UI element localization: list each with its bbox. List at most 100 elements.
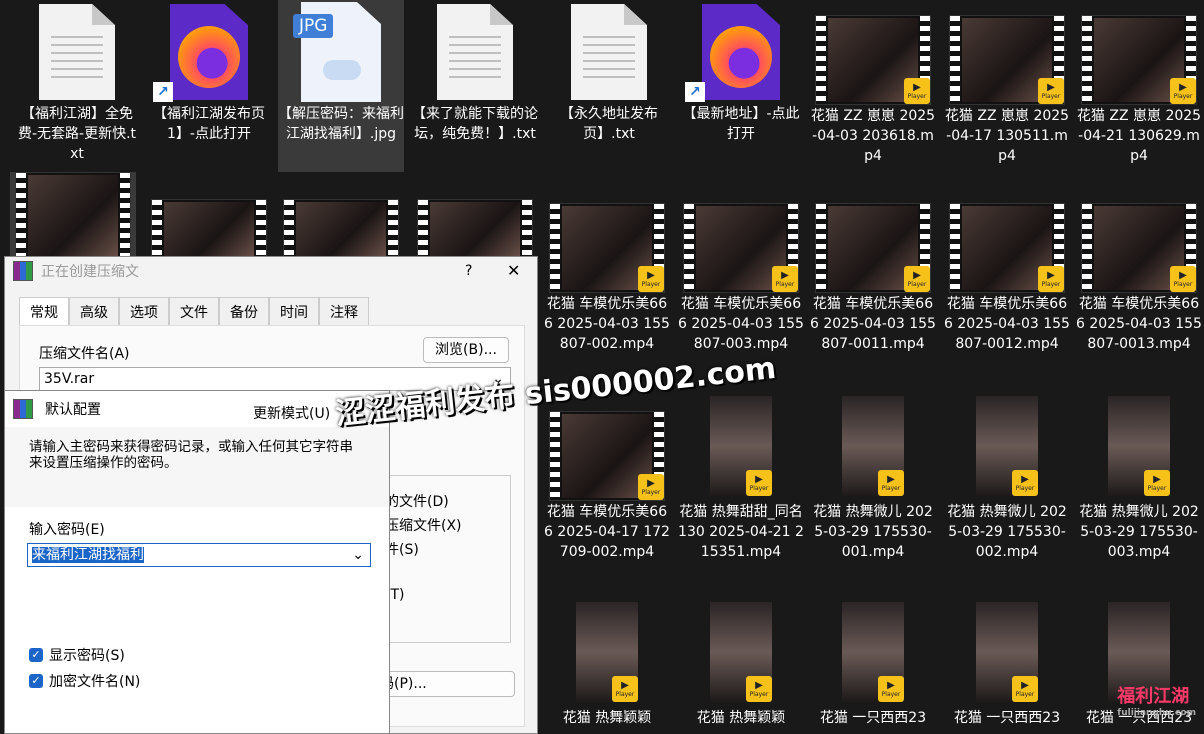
file-label: 【福利江湖】全免费-无套路-更新快.txt (17, 106, 137, 162)
file-item[interactable]: 【来了就能下载的论坛，纯免费！】.txt (412, 0, 538, 144)
jpg-tag: JPG (293, 14, 334, 38)
password-prompt: 请输入主密码来获得密码记录，或输入任何其它字符串来设置压缩操作的密码。 (29, 439, 353, 471)
video-thumbnail: ▶ Player (683, 390, 799, 502)
video-thumbnail: ▶ Player (549, 596, 665, 708)
video-thumbnail (15, 172, 131, 262)
file-label: 花猫 ZZ 崽崽 2025-04-03 203618.mp4 (810, 108, 936, 164)
help-button[interactable]: ? (465, 263, 472, 279)
option-label[interactable]: 件(S) (385, 539, 419, 559)
video-thumbnail: ▶ Player (683, 202, 799, 294)
file-label: 花猫 热舞微儿 2025-03-29 175530-003.mp4 (1079, 504, 1199, 560)
tab-comment[interactable]: 注释 (319, 297, 369, 326)
profile-title: 默认配置 (45, 402, 101, 418)
player-badge-icon: ▶ Player (638, 266, 664, 292)
video-thumbnail: ▶ Player (549, 410, 665, 502)
file-item[interactable]: ▶ Player 花猫 车模优乐美666 2025-04-03 155807-00… (810, 202, 936, 354)
file-item[interactable]: ↗ 【福利江湖发布页1】-点此打开 (146, 0, 272, 144)
video-thumbnail (151, 199, 267, 261)
player-badge-icon: ▶ Player (612, 676, 638, 702)
video-thumbnail: ▶ Player (683, 596, 799, 708)
video-thumbnail (283, 199, 399, 261)
file-label: 【福利江湖发布页1】-点此打开 (153, 106, 265, 142)
file-item[interactable] (146, 199, 272, 261)
file-item[interactable]: ▶ Player 花猫 车模优乐美666 2025-04-03 155807-00… (944, 202, 1070, 354)
checkmark-icon: ✓ (29, 674, 43, 688)
file-item[interactable]: ▶ Player 花猫 车模优乐美666 2025-04-03 155807-00… (544, 202, 670, 354)
password-dialog-titlebar: 默认配置 更新模式(U) (5, 391, 389, 427)
player-badge-icon: ▶ Player (746, 676, 772, 702)
file-item[interactable] (278, 199, 404, 261)
file-label: 花猫 车模优乐美666 2025-04-03 155807-003.mp4 (678, 296, 804, 352)
video-thumbnail: ▶ Player (815, 390, 931, 502)
file-label: 花猫 一只西西23 (953, 710, 1061, 726)
tab-time[interactable]: 时间 (269, 297, 319, 326)
file-item[interactable]: ▶ Player 花猫 一只西西23 (944, 596, 1070, 728)
player-badge-icon: ▶ Player (638, 474, 664, 500)
tab-files[interactable]: 文件 (169, 297, 219, 326)
update-mode-label[interactable]: 更新模式(U) (253, 403, 330, 423)
file-item[interactable]: ▶ Player 花猫 热舞微儿 2025-03-29 175530-003.mp… (1076, 390, 1202, 562)
file-label: 花猫 车模优乐美666 2025-04-17 172709-002.mp4 (544, 504, 670, 560)
option-label[interactable]: 压缩文件(X) (385, 515, 462, 535)
file-item[interactable]: ▶ Player 花猫 热舞微儿 2025-03-29 175530-001.mp… (810, 390, 936, 562)
video-thumbnail: ▶ Player (1081, 390, 1197, 502)
password-input[interactable]: 来福利江湖找福利 ⌄ (27, 543, 371, 567)
chevron-down-icon[interactable]: ⌄ (352, 544, 364, 566)
file-item[interactable]: 【永久地址发布页】.txt (546, 0, 672, 144)
text-file-icon (551, 0, 667, 104)
video-thumbnail: ▶ Player (1081, 14, 1197, 106)
player-badge-icon: ▶ Player (746, 470, 772, 496)
file-item[interactable]: ▶ Player 花猫 车模优乐美666 2025-04-03 155807-00… (678, 202, 804, 354)
password-panel (5, 507, 389, 733)
tab-options[interactable]: 选项 (119, 297, 169, 326)
video-thumbnail: ▶ Player (549, 202, 665, 294)
file-item[interactable]: ▶ Player 花猫 热舞微儿 2025-03-29 175530-002.mp… (944, 390, 1070, 562)
password-dialog: 默认配置 更新模式(U) 请输入主密码来获得密码记录，或输入任何其它字符串来设置… (4, 390, 390, 734)
browse-button[interactable]: 浏览(B)... (423, 337, 509, 363)
tab-backup[interactable]: 备份 (219, 297, 269, 326)
option-label[interactable]: 的文件(D) (385, 491, 449, 511)
tab-general[interactable]: 常规 (19, 297, 69, 326)
tab-advanced[interactable]: 高级 (69, 297, 119, 326)
winrar-icon (13, 399, 33, 419)
file-item[interactable]: ↗ 【最新地址】-点此打开 (678, 0, 804, 144)
set-password-button[interactable]: 码(P)... (375, 671, 515, 697)
player-badge-icon: ▶ Player (878, 676, 904, 702)
image-file-icon: JPG (283, 0, 399, 104)
file-label: 花猫 车模优乐美666 2025-04-03 155807-0013.mp4 (1076, 296, 1202, 352)
archive-tabs: 常规 高级 选项 文件 备份 时间 注释 (19, 297, 369, 326)
file-item-selected[interactable]: JPG 【解压密码：来福利江湖找福利】.jpg (278, 0, 404, 172)
file-label: 【最新地址】-点此打开 (682, 106, 800, 142)
file-item[interactable]: ▶ Player 花猫 车模优乐美666 2025-04-17 172709-00… (544, 410, 670, 562)
checkmark-icon: ✓ (29, 648, 43, 662)
file-item[interactable]: ▶ Player 花猫 热舞甜甜_同名130 2025-04-21 215351.… (678, 390, 804, 562)
file-item[interactable]: ▶ Player 花猫 热舞颖颖 (544, 596, 670, 728)
player-badge-icon: ▶ Player (904, 266, 930, 292)
file-label: 花猫 热舞微儿 2025-03-29 175530-001.mp4 (813, 504, 933, 560)
file-label: 花猫 一只西西23 (819, 710, 927, 726)
file-label: 【永久地址发布页】.txt (560, 106, 658, 142)
close-button[interactable]: ✕ (507, 261, 520, 280)
player-badge-icon: ▶ Player (878, 470, 904, 496)
file-label: 花猫 热舞甜甜_同名130 2025-04-21 215351.mp4 (678, 504, 804, 560)
file-item-selected[interactable] (10, 172, 136, 262)
file-item[interactable]: ▶ Player 花猫 ZZ 崽崽 2025-04-03 203618.mp4 (810, 14, 936, 166)
file-item[interactable]: ▶ Player 花猫 ZZ 崽崽 2025-04-21 130629.mp4 (1076, 14, 1202, 166)
file-item[interactable]: ▶ Player 花猫 车模优乐美666 2025-04-03 155807-00… (1076, 202, 1202, 354)
file-label: 花猫 ZZ 崽崽 2025-04-21 130629.mp4 (1076, 108, 1202, 164)
file-item[interactable]: 【福利江湖】全免费-无套路-更新快.txt (14, 0, 140, 164)
video-thumbnail: ▶ Player (1081, 202, 1197, 294)
show-password-checkbox[interactable]: ✓ 显示密码(S) (29, 645, 125, 665)
firefox-icon: ↗ (683, 0, 799, 104)
file-item[interactable]: ▶ Player 花猫 ZZ 崽崽 2025-04-17 130511.mp4 (944, 14, 1070, 166)
winrar-icon (13, 261, 33, 281)
logo-subtext: fulijianghu.com (1117, 708, 1196, 718)
video-thumbnail: ▶ Player (949, 14, 1065, 106)
file-item[interactable] (412, 199, 538, 261)
file-item[interactable]: ▶ Player 花猫 一只西西23 (810, 596, 936, 728)
shortcut-arrow-icon: ↗ (153, 82, 173, 102)
file-item[interactable]: ▶ Player 花猫 热舞颖颖 (678, 596, 804, 728)
encrypt-filenames-checkbox[interactable]: ✓ 加密文件名(N) (29, 671, 140, 691)
archive-name-label: 压缩文件名(A) (39, 346, 130, 362)
video-thumbnail: ▶ Player (949, 202, 1065, 294)
